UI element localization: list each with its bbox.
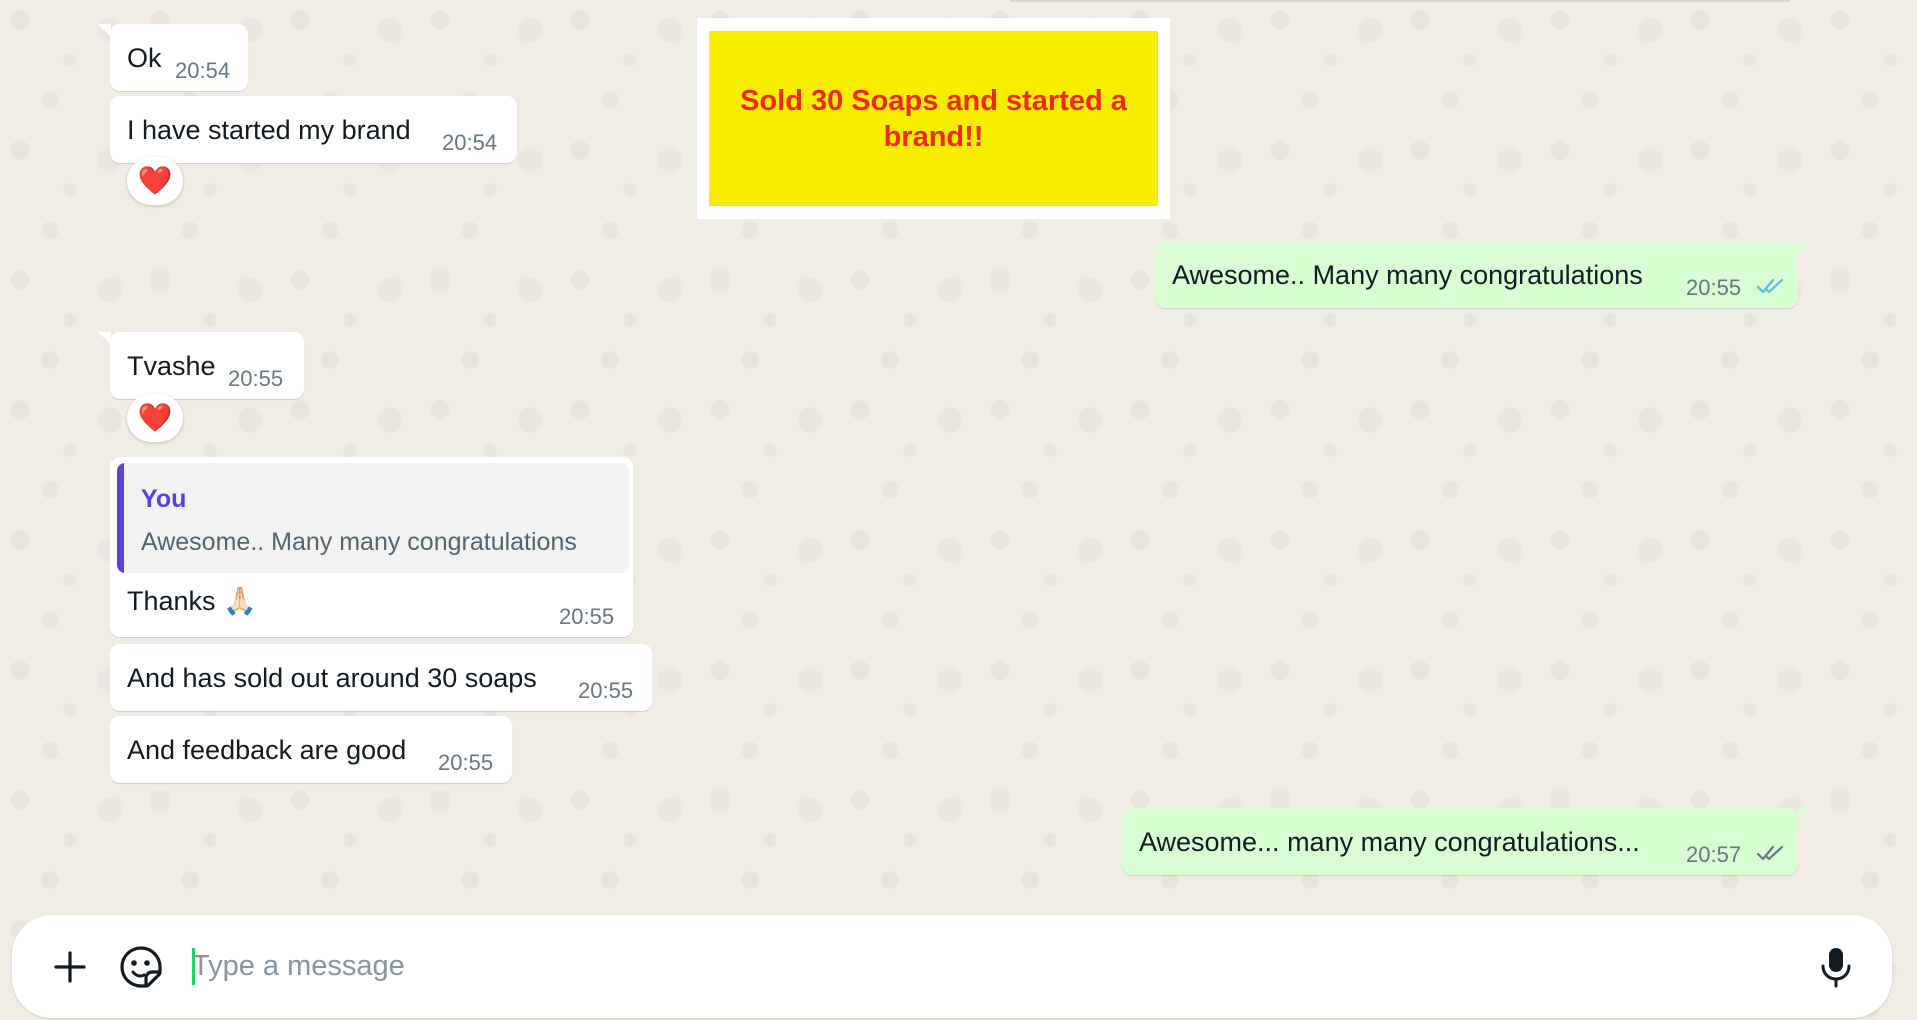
message-time: 20:55 [438, 750, 494, 775]
message-time: 20:54 [175, 58, 231, 83]
message-text: And has sold out around 30 soaps [127, 663, 537, 693]
message-bubble-reply[interactable]: You Awesome.. Many many congratulations … [110, 457, 633, 637]
message-bubble[interactable]: And feedback are good 20:55 [110, 716, 512, 783]
message-bubble[interactable]: Ok 20:54 [98, 24, 248, 91]
message-text: Tvashe [127, 351, 216, 381]
message-time: 20:54 [442, 130, 498, 155]
bubble-tail [98, 332, 111, 345]
quoted-message[interactable]: You Awesome.. Many many congratulations [117, 463, 629, 573]
message-bubble[interactable]: And has sold out around 30 soaps 20:55 [110, 644, 652, 711]
quote-text: Awesome.. Many many congratulations [141, 528, 577, 556]
message-bubble[interactable]: I have started my brand 20:54 [110, 96, 517, 163]
sticker-text: Sold 30 Soaps and started a brand!! [740, 84, 1127, 153]
sticker-icon [120, 946, 162, 988]
bubble-tail [1797, 808, 1810, 821]
quote-accent-bar [117, 463, 124, 573]
message-composer [12, 915, 1892, 1018]
attach-button[interactable] [46, 943, 94, 991]
sticker-background: Sold 30 Soaps and started a brand!! [709, 31, 1158, 206]
message-bubble[interactable]: Tvashe 20:55 [98, 332, 304, 399]
message-text: And feedback are good [127, 735, 407, 765]
reaction-heart[interactable]: ❤️ [127, 157, 183, 205]
message-time: 20:55 [559, 604, 615, 629]
bubble-tail [1797, 241, 1810, 254]
read-ticks-icon [1756, 278, 1784, 294]
message-text: Awesome... many many congratulations... [1139, 827, 1640, 857]
sticker-button[interactable] [117, 943, 165, 991]
message-time: 20:57 [1686, 842, 1742, 867]
message-text: I have started my brand [127, 115, 411, 145]
message-bubble[interactable]: Awesome... many many congratulations... … [1122, 808, 1810, 875]
message-text: Ok [127, 43, 162, 73]
message-input[interactable] [192, 941, 1792, 991]
top-divider [1010, 0, 1790, 2]
quote-author: You [141, 485, 187, 513]
delivered-ticks-icon [1756, 845, 1784, 861]
message-text: Awesome.. Many many congratulations [1172, 260, 1643, 290]
reaction-heart[interactable]: ❤️ [127, 394, 183, 442]
message-time: 20:55 [578, 678, 634, 703]
message-time: 20:55 [228, 366, 284, 391]
message-text: Thanks 🙏🏻 [127, 586, 257, 616]
plus-icon [54, 951, 86, 983]
message-time: 20:55 [1686, 275, 1742, 300]
message-bubble[interactable]: Awesome.. Many many congratulations 20:5… [1155, 241, 1810, 308]
sticker-image[interactable]: Sold 30 Soaps and started a brand!! [697, 18, 1170, 219]
chat-window: Ok 20:54 I have started my brand 20:54 ❤… [0, 0, 1917, 1020]
bubble-tail [98, 24, 111, 37]
microphone-icon [1821, 948, 1851, 988]
voice-message-button[interactable] [1812, 943, 1860, 991]
